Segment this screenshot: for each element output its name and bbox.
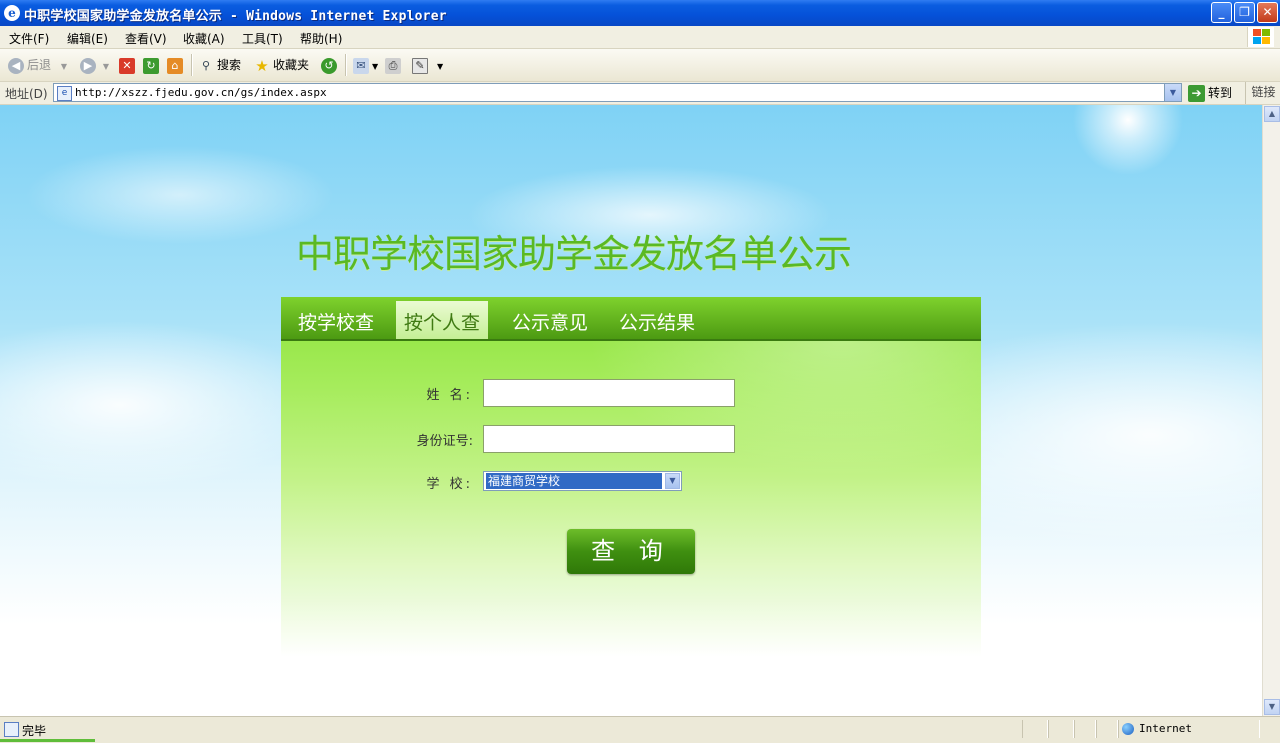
tab-by-person[interactable]: 按个人查: [396, 301, 489, 339]
tab-by-school[interactable]: 按学校查: [298, 308, 374, 335]
tab-bar: 按学校查 按个人查 公示意见 公示结果: [281, 297, 981, 341]
stop-button[interactable]: ✕: [119, 56, 138, 74]
address-input[interactable]: e http://xszz.fjedu.gov.cn/gs/index.aspx…: [53, 83, 1182, 102]
scroll-up-icon[interactable]: ▲: [1264, 106, 1280, 122]
favorites-button[interactable]: ★ 收藏夹: [254, 56, 309, 74]
window-title-bar: e 中职学校国家助学金发放名单公示 - Windows Internet Exp…: [0, 0, 1280, 26]
address-url[interactable]: http://xszz.fjedu.gov.cn/gs/index.aspx: [75, 86, 327, 99]
vertical-scrollbar[interactable]: ▲ ▼: [1262, 105, 1280, 716]
print-button[interactable]: ⎙: [385, 56, 404, 74]
query-button[interactable]: 查 询: [567, 529, 695, 574]
chevron-down-icon[interactable]: ▼: [665, 473, 680, 489]
toolbar-separator: [191, 54, 193, 76]
security-zone: Internet: [1122, 722, 1192, 735]
back-label: 后退: [27, 58, 52, 72]
back-arrow-icon: ◀: [8, 57, 24, 74]
menu-view[interactable]: 查看(V): [125, 30, 167, 47]
forward-dropdown-icon[interactable]: ▼: [103, 62, 109, 71]
star-icon: ★: [255, 56, 269, 75]
school-label: 学 校:: [426, 477, 473, 492]
page-viewport: 中职学校国家助学金发放名单公示 按学校查 按个人查 公示意见 公示结果 姓 名:…: [0, 105, 1262, 716]
status-cell: [1074, 720, 1096, 738]
id-number-field[interactable]: [483, 425, 735, 453]
page-icon: e: [57, 86, 72, 101]
search-button[interactable]: ⚲ 搜索: [198, 56, 241, 74]
stop-icon: ✕: [119, 57, 135, 74]
back-dropdown-icon[interactable]: ▼: [61, 62, 67, 71]
menu-tools[interactable]: 工具(T): [242, 30, 283, 47]
zone-label: Internet: [1139, 722, 1192, 735]
tab-results[interactable]: 公示结果: [619, 308, 695, 335]
id-number-label: 身份证号:: [416, 434, 473, 449]
favorites-label: 收藏夹: [273, 58, 310, 72]
page-title: 中职学校国家助学金发放名单公示: [296, 232, 852, 276]
query-panel: 按学校查 按个人查 公示意见 公示结果 姓 名: 身份证号: 学 校: 福建商贸…: [281, 297, 981, 657]
minimize-button[interactable]: _: [1211, 2, 1232, 23]
mail-dropdown-icon[interactable]: ▼: [372, 62, 378, 71]
mail-icon: ✉: [353, 57, 369, 74]
window-title: 中职学校国家助学金发放名单公示 - Windows Internet Explo…: [24, 9, 447, 24]
scroll-down-icon[interactable]: ▼: [1264, 699, 1280, 715]
refresh-button[interactable]: ↻: [143, 56, 162, 74]
toolbar: ◀ 后退 ▼ ▶ ▼ ✕ ↻ ⌂ ⚲ 搜索 ★ 收藏夹 ↺ ✉ ▼ ⎙ ✎ ▼: [0, 49, 1280, 82]
address-label: 地址(D): [5, 87, 48, 101]
maximize-button[interactable]: ❐: [1234, 2, 1255, 23]
menu-edit[interactable]: 编辑(E): [67, 30, 108, 47]
toolbar-separator: [345, 54, 347, 76]
edit-icon: ✎: [412, 57, 428, 74]
address-bar: 地址(D) e http://xszz.fjedu.gov.cn/gs/inde…: [0, 82, 1280, 105]
history-icon: ↺: [321, 57, 337, 74]
search-icon: ⚲: [201, 58, 211, 72]
edit-dropdown-icon[interactable]: ▼: [437, 62, 443, 71]
edit-button[interactable]: ✎ ▼: [412, 56, 443, 74]
go-arrow-icon: ➔: [1188, 85, 1205, 102]
go-button[interactable]: ➔ 转到: [1188, 84, 1232, 102]
search-label: 搜索: [217, 58, 242, 72]
school-select[interactable]: 福建商贸学校 ▼: [483, 471, 682, 491]
name-label: 姓 名:: [426, 388, 473, 403]
ie-icon: e: [4, 5, 20, 21]
name-field[interactable]: [483, 379, 735, 407]
print-icon: ⎙: [385, 57, 401, 74]
forward-arrow-icon: ▶: [80, 57, 96, 74]
back-button[interactable]: ◀ 后退 ▼: [8, 56, 67, 74]
school-selected-value: 福建商贸学校: [486, 473, 662, 489]
windows-logo-icon: [1247, 27, 1274, 47]
history-button[interactable]: ↺: [321, 56, 340, 74]
menu-help[interactable]: 帮助(H): [300, 30, 342, 47]
address-dropdown-icon[interactable]: ▼: [1164, 84, 1181, 101]
page-icon: [4, 722, 19, 737]
close-button[interactable]: ✕: [1257, 2, 1278, 23]
menu-file[interactable]: 文件(F): [9, 30, 49, 47]
menu-favorites[interactable]: 收藏(A): [183, 30, 225, 47]
menu-bar: 文件(F) 编辑(E) 查看(V) 收藏(A) 工具(T) 帮助(H): [0, 26, 1280, 49]
status-cell: [1096, 720, 1118, 738]
status-cell: [1048, 720, 1074, 738]
go-label: 转到: [1208, 86, 1233, 100]
status-text: 完毕: [22, 724, 47, 738]
refresh-icon: ↻: [143, 57, 159, 74]
home-button[interactable]: ⌂: [167, 56, 186, 74]
tab-opinions[interactable]: 公示意见: [512, 308, 588, 335]
links-button[interactable]: 链接: [1245, 82, 1280, 104]
home-icon: ⌂: [167, 57, 183, 74]
mail-button[interactable]: ✉ ▼: [353, 56, 378, 74]
status-bar: 完毕 Internet: [0, 716, 1280, 743]
globe-icon: [1122, 723, 1134, 735]
status-cell: [1022, 720, 1048, 738]
forward-button[interactable]: ▶ ▼: [80, 56, 109, 74]
